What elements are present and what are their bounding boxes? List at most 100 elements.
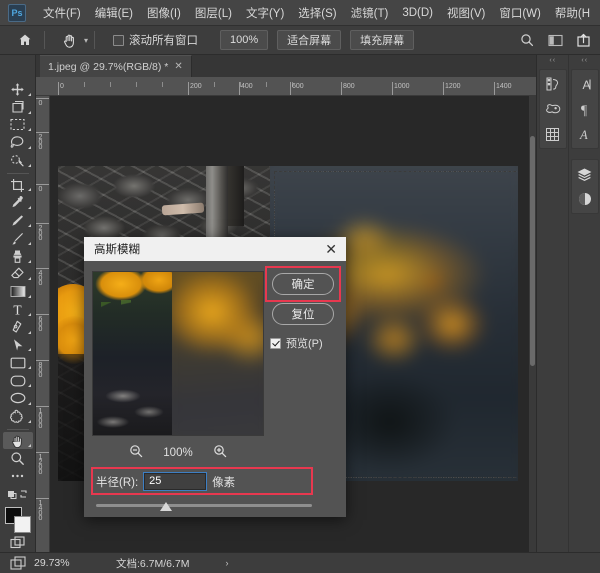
share-icon[interactable] — [573, 30, 593, 50]
dock-collapse-handle-1[interactable]: ‹‹ — [537, 55, 568, 66]
tool-more-dot — [28, 188, 31, 191]
foreground-background-color[interactable] — [5, 507, 31, 526]
zoom-tool[interactable] — [3, 450, 33, 467]
healing-brush-tool[interactable] — [3, 212, 33, 229]
fit-screen-button[interactable]: 适合屏幕 — [277, 30, 341, 50]
rounded-rect-tool[interactable] — [3, 372, 33, 389]
menu-select[interactable]: 选择(S) — [291, 2, 343, 24]
tool-more-dot — [28, 224, 31, 227]
ruler-h-label: 0 — [58, 83, 64, 90]
tool-more-dot — [28, 313, 31, 316]
ruler-v-label: 800 — [37, 362, 44, 377]
character-panel-icon[interactable]: A — [574, 74, 596, 94]
brush-tool[interactable] — [3, 230, 33, 247]
photoshop-window: Ps 文件(F) 编辑(E) 图像(I) 图层(L) 文字(Y) 选择(S) 滤… — [0, 0, 600, 573]
radius-slider-track[interactable] — [96, 504, 312, 507]
status-expand-icon[interactable]: › — [226, 558, 229, 568]
layers-panel-icon[interactable] — [574, 164, 596, 184]
quick-select-tool[interactable] — [3, 152, 33, 169]
type-tool[interactable]: T — [3, 301, 33, 318]
preview-checkbox[interactable]: 预览(P) — [270, 335, 323, 351]
eyedropper-tool[interactable] — [3, 194, 33, 211]
menu-file[interactable]: 文件(F) — [36, 2, 88, 24]
glyphs-panel-icon[interactable]: A — [574, 124, 596, 144]
paragraph-panel-icon[interactable]: ¶ — [574, 99, 596, 119]
menu-image[interactable]: 图像(I) — [140, 2, 188, 24]
artboard-tool[interactable] — [3, 99, 33, 116]
document-tab-bar: 1.jpeg @ 29.7%(RGB/8) * ✕ — [36, 55, 536, 77]
dialog-title-bar[interactable]: 高斯模糊 ✕ — [84, 237, 346, 261]
more-tools[interactable] — [3, 468, 33, 485]
ruler-h-label: 200 — [188, 83, 202, 90]
custom-shape-tool[interactable] — [3, 408, 33, 425]
screen-mode-button[interactable] — [3, 534, 33, 551]
tool-more-dot — [28, 111, 31, 114]
lasso-tool[interactable] — [3, 134, 33, 151]
tools-panel: T — [0, 55, 36, 552]
svg-text:¶: ¶ — [581, 102, 587, 117]
quickmask-and-swap[interactable] — [3, 486, 33, 503]
menu-filter[interactable]: 滤镜(T) — [344, 2, 396, 24]
dialog-close-icon[interactable]: ✕ — [322, 242, 340, 256]
ellipse-tool[interactable] — [3, 390, 33, 407]
marquee-tool[interactable] — [3, 117, 33, 134]
zoom-out-icon[interactable] — [129, 444, 143, 463]
path-select-tool[interactable] — [3, 337, 33, 354]
patterns-panel-icon[interactable] — [542, 124, 564, 144]
chevron-down-icon[interactable]: ▾ — [84, 36, 88, 45]
hand-tool[interactable] — [3, 432, 33, 449]
eraser-tool[interactable] — [3, 266, 33, 283]
menu-window[interactable]: 窗口(W) — [492, 2, 548, 24]
menu-layer[interactable]: 图层(L) — [188, 2, 239, 24]
tool-more-dot — [28, 277, 31, 280]
screen-mode-icon[interactable] — [6, 556, 30, 570]
menu-help[interactable]: 帮助(H — [548, 2, 597, 24]
preview-checkbox-box[interactable] — [270, 338, 281, 349]
zoom-in-icon[interactable] — [213, 444, 227, 463]
zoom-100-button[interactable]: 100% — [220, 30, 268, 50]
radius-input[interactable]: 25 — [144, 473, 206, 490]
options-bar-right — [517, 30, 600, 50]
scroll-all-windows-checkbox[interactable]: 滚动所有窗口 — [113, 32, 198, 48]
adjustments-panel-icon[interactable] — [574, 189, 596, 209]
ok-button[interactable]: 确定 — [272, 273, 334, 295]
rectangle-tool[interactable] — [3, 354, 33, 371]
preview-zoom-percent: 100% — [163, 447, 192, 459]
clone-stamp-tool[interactable] — [3, 248, 33, 265]
search-icon[interactable] — [517, 30, 537, 50]
scroll-all-windows-box[interactable] — [113, 35, 124, 46]
status-zoom-level[interactable]: 29.73% — [34, 557, 96, 569]
hand-tool-icon[interactable] — [57, 28, 83, 52]
options-separator-1 — [44, 31, 45, 49]
gradient-tool[interactable] — [3, 283, 33, 300]
menu-3d[interactable]: 3D(D) — [395, 4, 440, 22]
canvas-vertical-scrollbar[interactable] — [529, 96, 536, 552]
radius-slider-thumb[interactable] — [160, 502, 172, 511]
document-tab-close-icon[interactable]: ✕ — [174, 61, 182, 72]
ruler-v-label: 400 — [37, 270, 44, 285]
tool-more-dot — [28, 420, 31, 423]
ruler-h-label: 600 — [290, 83, 304, 90]
menu-view[interactable]: 视图(V) — [440, 2, 492, 24]
move-tool[interactable] — [3, 81, 33, 98]
background-color-swatch[interactable] — [14, 516, 31, 533]
preview-sharp-half — [93, 272, 172, 436]
dock-collapse-handle-2[interactable]: ‹‹ — [569, 55, 600, 66]
workspace-icon[interactable] — [545, 30, 565, 50]
image-post-shadow — [228, 166, 244, 226]
fill-screen-button[interactable]: 填充屏幕 — [350, 30, 414, 50]
menu-type[interactable]: 文字(Y) — [239, 2, 291, 24]
color-panel-icon[interactable] — [542, 74, 564, 94]
blur-preview[interactable] — [92, 271, 264, 436]
scrollbar-thumb[interactable] — [530, 136, 535, 366]
ruler-v-label: 0 — [37, 186, 44, 191]
swatches-panel-icon[interactable] — [542, 99, 564, 119]
gaussian-blur-dialog[interactable]: 高斯模糊 ✕ 确定 复位 预览(P) 100% — [84, 237, 346, 517]
reset-button[interactable]: 复位 — [272, 303, 334, 325]
document-tab[interactable]: 1.jpeg @ 29.7%(RGB/8) * ✕ — [40, 55, 192, 77]
tool-more-dot — [28, 348, 31, 351]
pen-tool[interactable] — [3, 319, 33, 336]
home-icon[interactable] — [12, 27, 38, 53]
crop-tool[interactable] — [3, 177, 33, 194]
menu-edit[interactable]: 编辑(E) — [88, 2, 140, 24]
